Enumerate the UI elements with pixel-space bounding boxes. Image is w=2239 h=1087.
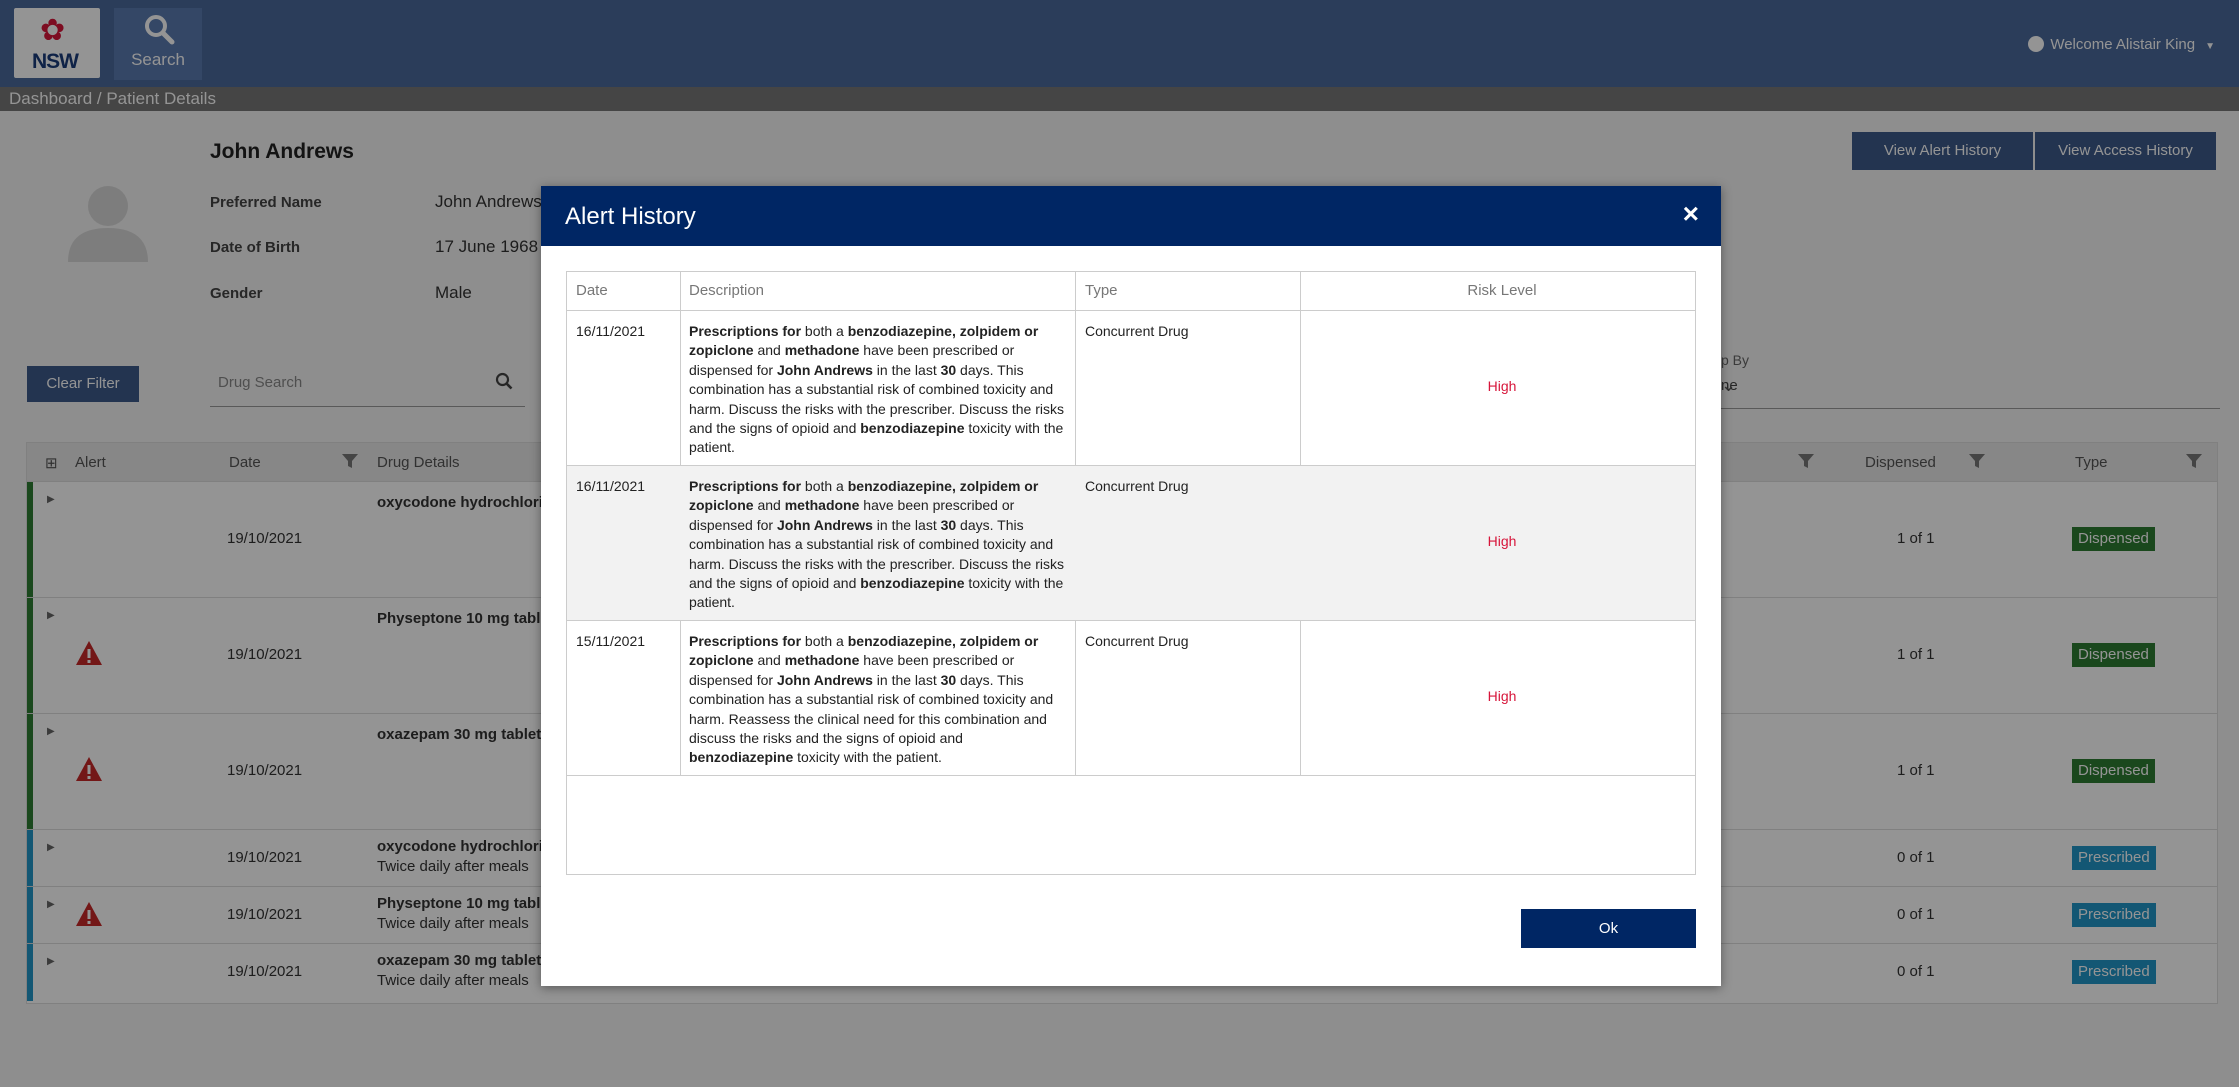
alert-history-table: Date Description Type Risk Level 16/11/2…: [566, 271, 1696, 875]
ok-button[interactable]: Ok: [1521, 909, 1696, 948]
modal-header: Alert History ×: [541, 186, 1721, 246]
col-description: Description: [689, 282, 765, 299]
col-date: Date: [576, 282, 608, 299]
alert-table-header: Date Description Type Risk Level: [567, 272, 1695, 311]
alert-row: 15/11/2021 Prescriptions for both a benz…: [567, 621, 1695, 776]
col-type: Type: [1085, 282, 1118, 299]
alert-type: Concurrent Drug: [1085, 478, 1189, 494]
risk-level: High: [1487, 378, 1517, 394]
alert-date: 16/11/2021: [576, 478, 646, 494]
alert-date: 16/11/2021: [576, 323, 646, 339]
modal-title: Alert History: [565, 203, 696, 230]
alert-type: Concurrent Drug: [1085, 323, 1189, 339]
alert-description: Prescriptions for both a benzodiazepine,…: [689, 633, 1054, 766]
risk-level: High: [1487, 533, 1517, 549]
alert-description: Prescriptions for both a benzodiazepine,…: [689, 323, 1064, 456]
alert-description: Prescriptions for both a benzodiazepine,…: [689, 478, 1064, 611]
alert-row: 16/11/2021 Prescriptions for both a benz…: [567, 311, 1695, 466]
risk-level: High: [1487, 688, 1517, 704]
col-risk-level: Risk Level: [1467, 282, 1537, 299]
alert-history-modal: Alert History × Date Description Type Ri…: [541, 186, 1721, 986]
alert-type: Concurrent Drug: [1085, 633, 1189, 649]
alert-date: 15/11/2021: [576, 633, 646, 649]
close-icon[interactable]: ×: [1683, 200, 1699, 228]
alert-row: 16/11/2021 Prescriptions for both a benz…: [567, 466, 1695, 621]
